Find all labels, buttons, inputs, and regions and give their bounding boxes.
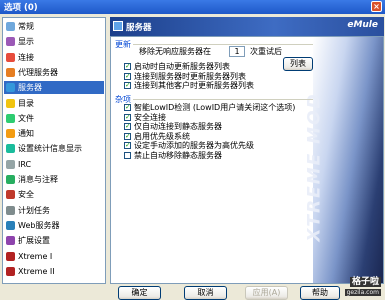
site-watermark-logo: 格子啦 gezila.com: [343, 274, 381, 298]
sidebar-item[interactable]: 消息与注释: [4, 173, 104, 186]
sidebar-item[interactable]: 计划任务: [4, 204, 104, 217]
sidebar-item[interactable]: 通知: [4, 127, 104, 140]
sidebar-item-icon: [6, 236, 15, 246]
retry-count-input[interactable]: 1: [229, 46, 245, 57]
sidebar-item-icon: [6, 205, 15, 215]
option-label: 连接到其他客户时更新服务器列表: [134, 81, 254, 90]
sidebar-item-icon: [6, 37, 15, 47]
group-divider: [133, 44, 313, 45]
sidebar-item[interactable]: 安全: [4, 188, 104, 201]
option-checkbox[interactable]: ✓: [124, 123, 131, 130]
sidebar-item-label: Xtreme I: [18, 251, 53, 261]
option-checkbox[interactable]: ✓: [124, 104, 131, 111]
sidebar-item-icon: [6, 159, 15, 169]
sidebar-item[interactable]: 文件: [4, 112, 104, 125]
server-settings-panel: XTREME MOD 更新 移除无响应服务器在 1 次重试后 列表 ✓ 启动时自动…: [110, 36, 384, 284]
sidebar-item-label: 常规: [18, 22, 34, 31]
sidebar-item-label: 扩展设置: [18, 236, 50, 246]
server-icon: [113, 21, 123, 31]
option-label: 设定手动添加的服务器为高优先级: [134, 141, 254, 150]
sidebar-item-label: 计划任务: [18, 205, 50, 215]
apply-button[interactable]: 应用(A): [245, 286, 288, 300]
sidebar-item-label: 目录: [18, 98, 34, 108]
sidebar-item[interactable]: 服务器: [4, 81, 104, 95]
sidebar-item-icon: [6, 251, 15, 261]
sidebar-item-icon: [6, 129, 15, 139]
sidebar-item[interactable]: 代理服务器: [4, 66, 104, 79]
option-checkbox[interactable]: ✓: [124, 72, 131, 80]
sidebar-item-label: 服务器: [18, 83, 42, 93]
sidebar-item[interactable]: Xtreme I: [4, 250, 104, 263]
option-checkbox[interactable]: ✓: [124, 82, 131, 89]
cancel-button[interactable]: 取消: [184, 286, 227, 300]
sidebar-item-label: 代理服务器: [18, 67, 58, 77]
sidebar-item-icon: [6, 22, 15, 31]
emule-logo: eMule: [347, 20, 378, 30]
options-sidebar: 常规显示连接代理服务器服务器目录文件通知设置统计信息显示 IRC 消息与注释安全计划…: [2, 17, 106, 284]
sidebar-item-icon: [6, 113, 15, 123]
option-label: 仅自动连接到静态服务器: [134, 122, 222, 131]
option-checkbox[interactable]: ✓: [124, 142, 131, 149]
sidebar-item[interactable]: 扩展设置: [4, 234, 104, 247]
sidebar-item-label: IRC: [18, 159, 32, 169]
sidebar-item-label: 通知: [18, 129, 34, 139]
close-button[interactable]: ×: [371, 1, 382, 12]
sidebar-item-label: Xtreme II: [18, 266, 55, 276]
xtreme-watermark: XTREME MOD: [304, 37, 383, 283]
option-checkbox[interactable]: [124, 151, 131, 159]
sidebar-item-icon: [6, 83, 15, 93]
sidebar-item-label: 文件: [18, 113, 34, 123]
sidebar-item-label: 连接: [18, 52, 34, 62]
sidebar-item-icon: [6, 266, 15, 276]
sidebar-item-label: 安全: [18, 190, 34, 200]
option-label: 智能LowID检测 (LowID用户请关闭这个选项): [134, 103, 296, 112]
sidebar-item[interactable]: IRC: [4, 158, 104, 171]
option-label: 禁止自动移除静态服务器: [134, 150, 222, 160]
sidebar-item-label: Web服务器: [18, 220, 60, 230]
sidebar-item[interactable]: 常规: [4, 20, 104, 33]
sidebar-item-icon: [6, 52, 15, 62]
sidebar-item-icon: [6, 175, 15, 184]
sidebar-item-icon: [6, 144, 15, 154]
site-logo-main: 格子啦: [349, 277, 381, 287]
option-label: 安全连接: [134, 112, 166, 122]
window-title: 选项 (0): [4, 3, 38, 13]
sidebar-item-icon: [6, 98, 15, 108]
watermark-text: XTREME MOD: [304, 92, 325, 242]
list-button[interactable]: 列表: [283, 57, 313, 71]
panel-title: 服务器: [126, 23, 152, 33]
sidebar-item-label: 消息与注释: [18, 175, 58, 184]
sidebar-item[interactable]: 设置统计信息显示: [4, 142, 104, 155]
option-label: 启用优先级系统: [134, 131, 190, 141]
option-label: 连接到服务器时更新服务器列表: [134, 71, 246, 81]
remove-suffix: 次重试后: [250, 47, 282, 56]
sidebar-item-icon: [6, 67, 15, 77]
sidebar-item[interactable]: Web服务器: [4, 219, 104, 232]
sidebar-item-label: 显示: [18, 37, 34, 47]
option-checkbox[interactable]: ✓: [124, 132, 131, 140]
title-bar: 选项 (0) ×: [0, 0, 385, 14]
sidebar-item[interactable]: 连接: [4, 51, 104, 64]
sidebar-item-label: 设置统计信息显示: [18, 144, 82, 154]
group-update-title: 更新: [115, 40, 131, 49]
site-logo-sub: gezila.com: [344, 289, 381, 296]
group-divider: [133, 99, 313, 100]
panel-header: 服务器 eMule: [110, 17, 384, 36]
help-button[interactable]: 帮助: [300, 286, 340, 300]
sidebar-item[interactable]: 显示: [4, 35, 104, 48]
option-checkbox[interactable]: ✓: [124, 113, 131, 121]
ok-button[interactable]: 确定: [118, 286, 161, 300]
option-label: 启动时自动更新服务器列表: [134, 62, 230, 71]
remove-prefix: 移除无响应服务器在: [139, 47, 211, 56]
option-checkbox[interactable]: ✓: [124, 63, 131, 70]
sidebar-item-icon: [6, 190, 15, 200]
sidebar-item[interactable]: 目录: [4, 97, 104, 110]
sidebar-item[interactable]: Xtreme II: [4, 265, 104, 278]
sidebar-item-icon: [6, 220, 15, 230]
